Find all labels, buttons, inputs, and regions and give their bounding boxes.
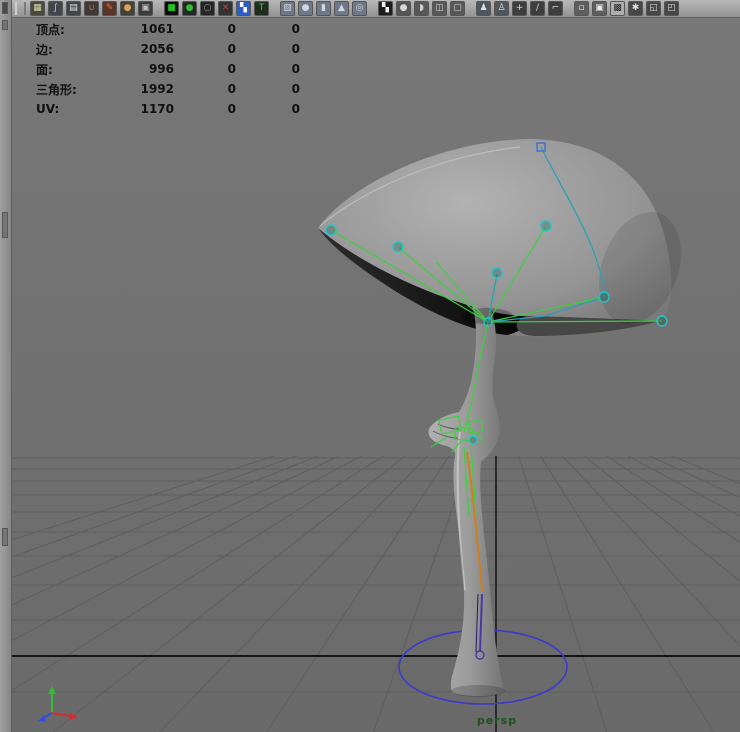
strip-mark [2, 20, 8, 30]
render-view-icon[interactable]: ■ [164, 1, 179, 16]
hud-row: 三角形:199200 [36, 79, 300, 99]
strip-top-icon[interactable] [2, 2, 8, 14]
hud-value: 1061 [112, 22, 174, 36]
poly-count-hud: 顶点:106100边:205600面:99600三角形:199200UV:117… [36, 19, 300, 119]
toolbar-separator [370, 1, 375, 16]
world-axes [12, 456, 740, 732]
stacked-cubes-icon[interactable]: ▣ [592, 1, 607, 16]
hud-row: 面:99600 [36, 59, 300, 79]
hud-value: 0 [174, 22, 236, 36]
delete-history-icon[interactable]: ✕ [218, 1, 233, 16]
grid-pattern-icon[interactable]: ▩ [610, 1, 625, 16]
strip-mark [2, 212, 8, 238]
poly-sphere-icon[interactable]: ● [298, 1, 313, 16]
toolbar-separator [272, 1, 277, 16]
hud-value: 0 [236, 102, 300, 116]
shelf-toolbar: ▦∫▤∪✎●▣■●○✕▚T▧●▮▲◎▚●◗◫▢♟♙+/⌐▫▣▩✱◱◰ [12, 0, 740, 18]
mushroom-stem[interactable] [429, 304, 504, 696]
hud-label: 顶点: [36, 21, 112, 38]
poly-torus-icon[interactable]: ◎ [352, 1, 367, 16]
hud-value: 0 [174, 42, 236, 56]
toolbar-icons: ▦∫▤∪✎●▣■●○✕▚T▧●▮▲◎▚●◗◫▢♟♙+/⌐▫▣▩✱◱◰ [30, 1, 679, 16]
hud-value: 0 [174, 82, 236, 96]
poly-cone-icon[interactable]: ▲ [334, 1, 349, 16]
main-column: ▦∫▤∪✎●▣■●○✕▚T▧●▮▲◎▚●◗◫▢♟♙+/⌐▫▣▩✱◱◰ [12, 0, 740, 732]
shaded-sphere-icon[interactable]: ● [182, 1, 197, 16]
hud-value: 0 [174, 62, 236, 76]
ik-handle-icon[interactable]: ⌐ [548, 1, 563, 16]
maya-window: ▦∫▤∪✎●▣■●○✕▚T▧●▮▲◎▚●◗◫▢♟♙+/⌐▫▣▩✱◱◰ [0, 0, 740, 732]
paint-brush-icon[interactable]: ✎ [102, 1, 117, 16]
curve-tool-icon[interactable]: ∫ [48, 1, 63, 16]
strip-mark [2, 528, 8, 546]
hud-value: 0 [236, 22, 300, 36]
half-dome-icon[interactable]: ◗ [414, 1, 429, 16]
hud-row: 边:205600 [36, 39, 300, 59]
stamp-tool-icon[interactable]: ▣ [138, 1, 153, 16]
scene-save-icon[interactable]: ◰ [664, 1, 679, 16]
hud-label: 三角形: [36, 81, 112, 98]
left-panel-strip[interactable] [0, 0, 12, 732]
wire-sphere-icon[interactable]: ○ [200, 1, 215, 16]
smooth-sphere-icon[interactable]: ● [396, 1, 411, 16]
hud-row: UV:117000 [36, 99, 300, 119]
hud-value: 0 [174, 102, 236, 116]
text-tool-icon[interactable]: T [254, 1, 269, 16]
perspective-viewport[interactable]: 顶点:106100边:205600面:99600三角形:199200UV:117… [12, 18, 740, 732]
hud-value: 0 [236, 62, 300, 76]
hud-value: 1992 [112, 82, 174, 96]
hud-label: 面: [36, 61, 112, 78]
poly-cylinder-icon[interactable]: ▮ [316, 1, 331, 16]
mirror-geometry-icon[interactable]: ◫ [432, 1, 447, 16]
magnet-snap-icon[interactable]: ∪ [84, 1, 99, 16]
bevel-cube-icon[interactable]: ▢ [450, 1, 465, 16]
skeleton-joint-icon[interactable]: + [512, 1, 527, 16]
hud-value: 0 [236, 42, 300, 56]
character-pose-icon[interactable]: ♙ [494, 1, 509, 16]
toolbar-grip-handle[interactable] [15, 2, 26, 15]
page-icon[interactable]: ▤ [66, 1, 81, 16]
ground-grid [12, 385, 740, 732]
export-box-icon[interactable]: ◱ [646, 1, 661, 16]
lattice-tool-icon[interactable]: ▦ [30, 1, 45, 16]
x-axis-arrow [52, 712, 78, 720]
blue-checker-icon[interactable]: ▚ [236, 1, 251, 16]
viewport-canvas [12, 18, 740, 732]
hud-label: UV: [36, 102, 112, 116]
foot-shadow [451, 685, 505, 697]
toolbar-separator [468, 1, 473, 16]
character-model-icon[interactable]: ♟ [476, 1, 491, 16]
bone-chain-icon[interactable]: / [530, 1, 545, 16]
camera-label[interactable]: persp [477, 714, 517, 727]
toolbar-separator [156, 1, 161, 16]
toolbar-separator [566, 1, 571, 16]
poly-cube-icon[interactable]: ▧ [280, 1, 295, 16]
hud-value: 2056 [112, 42, 174, 56]
hud-row: 顶点:106100 [36, 19, 300, 39]
y-axis-arrow [48, 686, 56, 713]
small-cube-icon[interactable]: ▫ [574, 1, 589, 16]
checker-texture-icon[interactable]: ▚ [378, 1, 393, 16]
hud-value: 996 [112, 62, 174, 76]
z-axis-arrow [38, 713, 52, 722]
sculpt-tool-icon[interactable]: ● [120, 1, 135, 16]
hud-value: 1170 [112, 102, 174, 116]
hud-label: 边: [36, 41, 112, 58]
hud-value: 0 [236, 82, 300, 96]
view-axis-indicator [38, 686, 78, 722]
gear-settings-icon[interactable]: ✱ [628, 1, 643, 16]
